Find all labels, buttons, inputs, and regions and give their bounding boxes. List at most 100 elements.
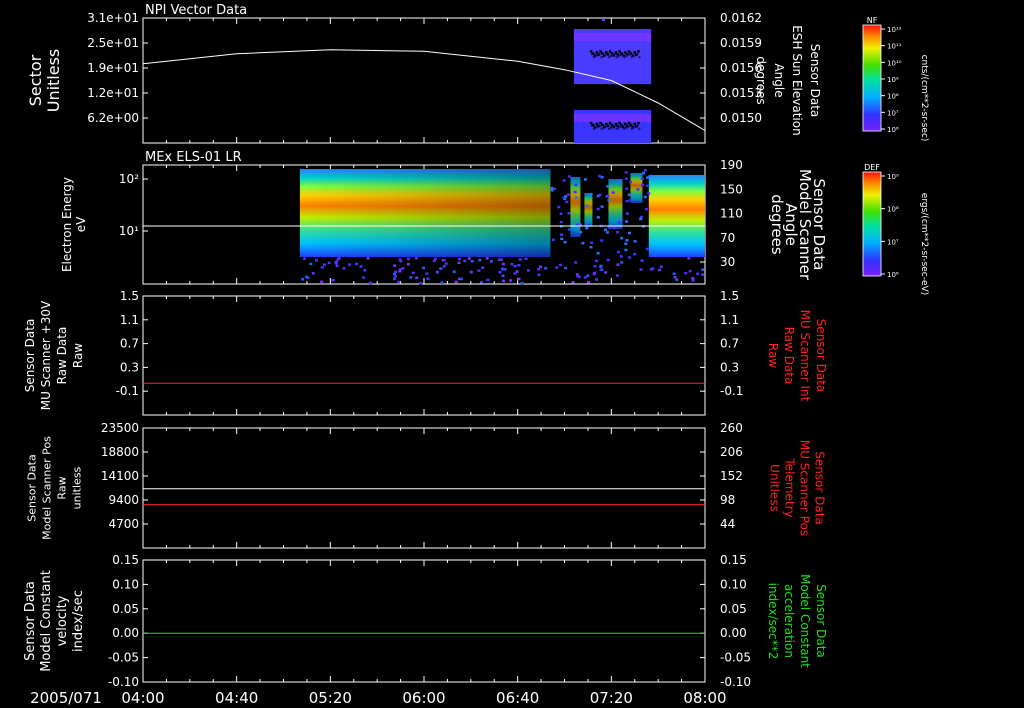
els-speckle (513, 264, 517, 268)
els-speckle (624, 242, 628, 246)
left-tick-label: 0.05 (112, 602, 139, 616)
els-speckle (620, 261, 624, 264)
spectrogram-speckle (627, 54, 630, 57)
els-speckle (415, 276, 419, 280)
els-speckle (469, 270, 473, 274)
spectrogram-speckle (637, 50, 640, 53)
els-speckle (606, 194, 610, 198)
spectrogram-speckle (617, 55, 620, 58)
els-speckle (571, 281, 575, 284)
right-axis-label: Sensor Data (813, 451, 827, 525)
els-speckle (401, 267, 405, 270)
els-speckle (636, 188, 640, 191)
els-heatmap-fade (299, 169, 551, 257)
right-axis-label: Telemetry (783, 457, 797, 517)
els-speckle (691, 276, 695, 280)
els-speckle (320, 280, 324, 283)
colorbar-tick-label: 10⁷ (887, 238, 899, 246)
els-speckle (301, 278, 305, 281)
els-speckle (596, 216, 600, 219)
els-heatmap-right (648, 175, 705, 257)
right-tick-label: 0.0162 (720, 11, 762, 25)
spectrogram-speckle (598, 53, 601, 56)
els-speckle (335, 264, 339, 268)
left-tick-label: 18800 (101, 445, 139, 459)
spectrogram-speckle (600, 56, 603, 59)
els-speckle (605, 231, 609, 234)
els-speckle (567, 228, 571, 231)
spectrogram-band (573, 113, 652, 122)
els-speckle (432, 259, 436, 263)
els-speckle (501, 268, 505, 271)
els-speckle (470, 260, 474, 263)
els-speckle (701, 268, 705, 271)
right-axis-label: Raw Data (782, 327, 796, 385)
els-speckle (559, 212, 563, 216)
els-speckle (409, 276, 413, 279)
right-tick-label: 98 (720, 493, 735, 507)
els-speckle (589, 245, 593, 249)
colorbar-npi (862, 24, 882, 132)
els-speckle (558, 263, 562, 267)
left-tick-label: 9400 (108, 493, 139, 507)
spectrogram-speckle (606, 53, 610, 56)
els-speckle (407, 257, 411, 261)
els-speckle (606, 258, 610, 262)
els-speckle (583, 276, 587, 279)
els-speckle (651, 267, 655, 270)
spectrogram-speckle (636, 124, 639, 127)
left-axis-label: index/sec (71, 590, 86, 652)
els-speckle (567, 212, 571, 215)
els-speckle (551, 238, 555, 242)
els-speckle (444, 262, 448, 265)
els-speckle (646, 184, 650, 188)
spectrogram-speckle (610, 126, 613, 129)
els-speckle (640, 259, 644, 262)
els-speckle (479, 280, 483, 284)
els-speckle (598, 193, 602, 197)
panel-frame-mu30 (142, 295, 706, 416)
els-speckle (659, 265, 663, 269)
right-axis-label: ESH Sun Elevation (790, 25, 804, 135)
left-tick-label: 0.10 (112, 577, 139, 591)
els-speckle (509, 279, 513, 282)
right-tick-label: -0.10 (720, 675, 751, 689)
els-speckle (627, 193, 631, 197)
right-tick-label: 0.10 (720, 577, 747, 591)
els-speckle (440, 281, 444, 284)
colorbar-tick-label: 10¹⁰ (887, 59, 902, 67)
panel-frame-mupos (142, 427, 706, 549)
els-speckle (639, 268, 643, 271)
left-tick-label: 1.2e+01 (87, 86, 139, 100)
els-speckle (597, 174, 601, 178)
right-axis-label: Angle (772, 63, 786, 97)
els-speckle (624, 171, 628, 174)
spectrogram-speckle (610, 55, 613, 58)
right-tick-label: 1.5 (720, 289, 739, 303)
left-tick-label: 10² (119, 172, 139, 186)
els-speckle (611, 191, 615, 194)
els-speckle (327, 261, 331, 265)
colorbar-tick-label: 10⁹ (887, 173, 899, 181)
els-speckle (624, 248, 628, 252)
els-speckle (616, 263, 620, 266)
left-tick-label: 2.5e+01 (87, 36, 139, 50)
els-speckle (435, 270, 439, 274)
left-tick-label: 10¹ (119, 224, 139, 238)
spectrogram-speckle (636, 53, 639, 56)
els-speckle (515, 270, 519, 273)
els-speckle (688, 269, 692, 273)
spectrogram-speckle (604, 54, 607, 57)
els-speckle (557, 205, 561, 209)
spectrogram-dot (601, 19, 605, 21)
els-speckle (599, 268, 603, 272)
els-speckle (359, 265, 363, 268)
right-axis-label: MU Scanner Pos (798, 440, 812, 536)
spectrogram-speckle (638, 127, 641, 130)
els-speckle (600, 239, 604, 242)
els-speckle (485, 257, 489, 260)
els-speckle (520, 281, 524, 285)
colorbar-tick-label: 10⁶ (887, 271, 899, 279)
els-speckle (625, 239, 629, 242)
left-axis-label: Model Scanner Pos (41, 436, 54, 540)
